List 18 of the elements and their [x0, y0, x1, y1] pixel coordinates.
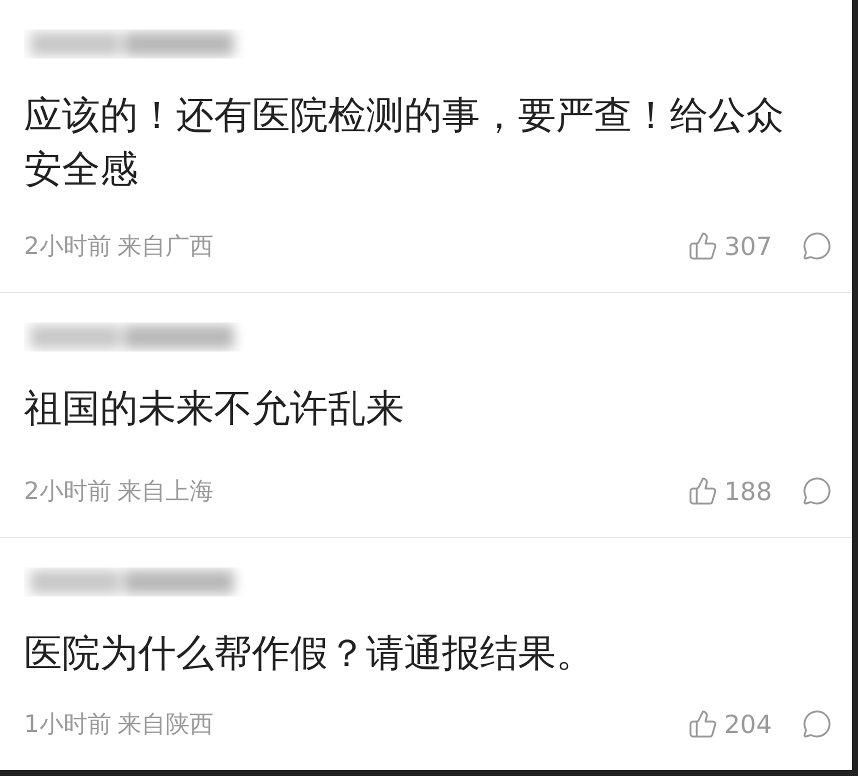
- comment-time: 2小时前: [24, 476, 112, 507]
- comment-location: 来自广西: [117, 231, 214, 262]
- comment-location: 来自陕西: [117, 709, 214, 740]
- comment-time: 1小时前: [24, 709, 112, 740]
- comment-time: 2小时前: [24, 231, 112, 262]
- like-count: 188: [724, 476, 772, 506]
- comment-text: 应该的！还有医院检测的事，要严查！给公众安全感: [24, 92, 785, 193]
- comment-location: 来自上海: [117, 476, 214, 507]
- like-count: 307: [724, 232, 772, 260]
- thumbs-up-icon[interactable]: [688, 476, 718, 506]
- comment-icon[interactable]: [802, 231, 832, 261]
- comment-text: 祖国的未来不允许乱来: [24, 385, 405, 432]
- like-count: 204: [724, 710, 772, 738]
- comment-icon[interactable]: [802, 709, 832, 739]
- comment-icon[interactable]: [802, 476, 832, 506]
- comment-text: 医院为什么帮作假？请通报结果。: [24, 630, 595, 677]
- thumbs-up-icon[interactable]: [688, 709, 718, 739]
- thumbs-up-icon[interactable]: [688, 231, 718, 261]
